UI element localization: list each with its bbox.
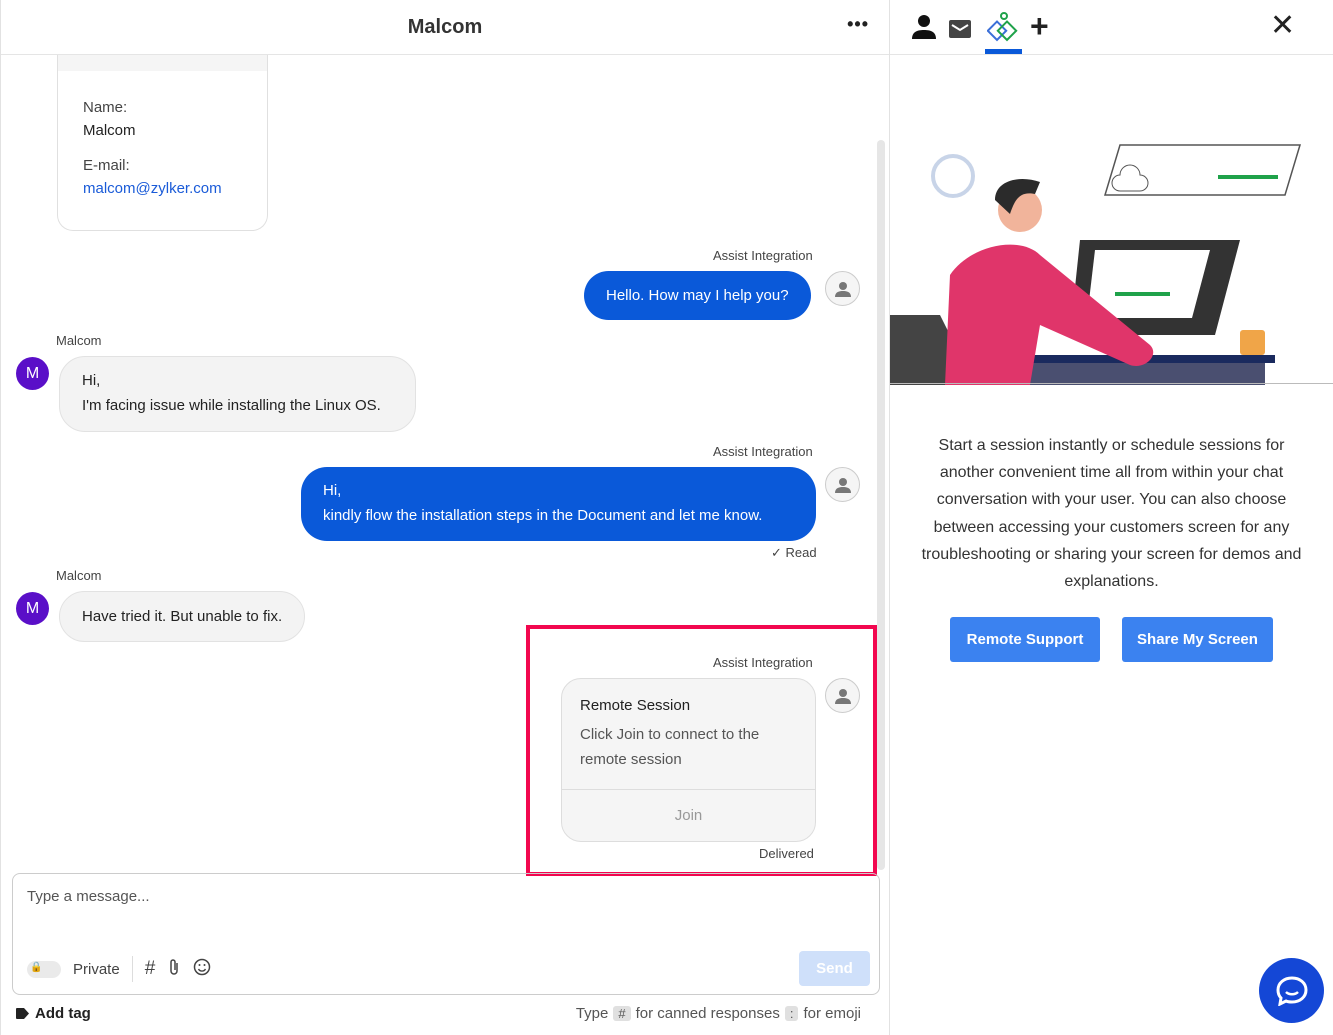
panel-tabs: + ✕ [890, 0, 1333, 55]
chat-widget-button[interactable] [1259, 958, 1324, 1023]
active-tab-indicator [985, 49, 1022, 54]
contact-name: Malcom [83, 122, 136, 139]
message-composer[interactable]: Type a message... 🔒 Private # Send [12, 873, 880, 995]
message-text: Hello. How may I help you? [606, 287, 789, 304]
chat-title: Malcom [407, 15, 483, 38]
chat-pane: Malcom ••• Name: Malcom E-mail: malcom@z… [0, 0, 890, 1035]
remote-support-button[interactable]: Remote Support [950, 617, 1100, 662]
message-bubble: Hi, I'm facing issue while installing th… [59, 356, 416, 432]
divider [890, 383, 1333, 384]
contact-card: Name: Malcom E-mail: malcom@zylker.com [57, 55, 268, 231]
hint-key: : [784, 1006, 799, 1021]
remote-support-illustration [890, 144, 1302, 385]
message-text: I'm facing issue while installing the Li… [82, 397, 381, 414]
hint-key: # [613, 1006, 631, 1021]
sender-name: Malcom [56, 568, 102, 583]
hint-text: for emoji [803, 1005, 861, 1022]
lock-icon: 🔒 [30, 961, 43, 973]
delivered-status: Delivered [759, 846, 814, 861]
private-toggle[interactable]: 🔒 [27, 960, 61, 978]
message-text: kindly flow the installation steps in th… [323, 507, 763, 524]
close-icon[interactable]: ✕ [1270, 8, 1295, 43]
join-button[interactable]: Join [562, 789, 815, 841]
tag-icon [16, 1008, 29, 1019]
add-icon[interactable]: + [1030, 8, 1049, 45]
sender-name: Malcom [56, 333, 102, 348]
sender-name: Assist Integration [713, 655, 813, 670]
message-text: Have tried it. But unable to fix. [82, 608, 283, 625]
remote-session-card: Remote Session Click Join to connect to … [561, 678, 816, 842]
hashtag-icon[interactable]: # [145, 958, 156, 980]
side-panel: + ✕ Start a session instantly or schedul… [890, 0, 1333, 1035]
sender-name: Assist Integration [713, 248, 813, 263]
emoji-icon[interactable] [193, 958, 211, 980]
message-bubble: Have tried it. But unable to fix. [59, 591, 306, 642]
user-avatar: M [16, 592, 49, 625]
sender-name: Assist Integration [713, 444, 813, 459]
message-bubble: Hello. How may I help you? [584, 271, 811, 320]
remote-session-title: Remote Session [580, 697, 691, 714]
contact-email-link[interactable]: malcom@zylker.com [83, 180, 267, 197]
panel-description: Start a session instantly or schedule se… [921, 437, 1302, 591]
share-my-screen-button[interactable]: Share My Screen [1122, 617, 1273, 662]
agent-avatar-icon [825, 678, 860, 713]
read-status: ✓ Read [771, 545, 817, 560]
chat-header: Malcom ••• [1, 0, 889, 55]
mail-tab-icon[interactable] [949, 20, 971, 38]
add-tag-button[interactable]: Add tag [16, 1005, 91, 1022]
attachment-icon[interactable] [167, 958, 181, 980]
private-label: Private [73, 960, 120, 978]
shortcut-hint: Type # for canned responses : for emoji [576, 1005, 861, 1022]
agent-avatar-icon [825, 271, 860, 306]
user-avatar: M [16, 357, 49, 390]
chat-bubble-icon [1275, 975, 1308, 1006]
name-label: Name: [83, 99, 128, 116]
message-bubble: Hi, kindly flow the installation steps i… [301, 467, 816, 541]
contact-tab-icon[interactable] [912, 14, 936, 40]
send-button[interactable]: Send [799, 951, 870, 986]
remote-session-desc: Click Join to connect to the remote sess… [580, 726, 760, 768]
more-options-icon[interactable]: ••• [847, 14, 869, 35]
scrollbar[interactable] [877, 140, 885, 870]
email-label: E-mail: [83, 157, 130, 174]
message-text: Hi, [323, 482, 342, 499]
add-tag-label: Add tag [35, 1005, 91, 1022]
message-input[interactable]: Type a message... [27, 888, 150, 905]
message-text: Hi, [82, 372, 101, 389]
hint-text: Type [575, 1005, 609, 1022]
hint-text: for canned responses [635, 1005, 780, 1022]
assist-tab-icon[interactable] [987, 12, 1021, 44]
agent-avatar-icon [825, 467, 860, 502]
